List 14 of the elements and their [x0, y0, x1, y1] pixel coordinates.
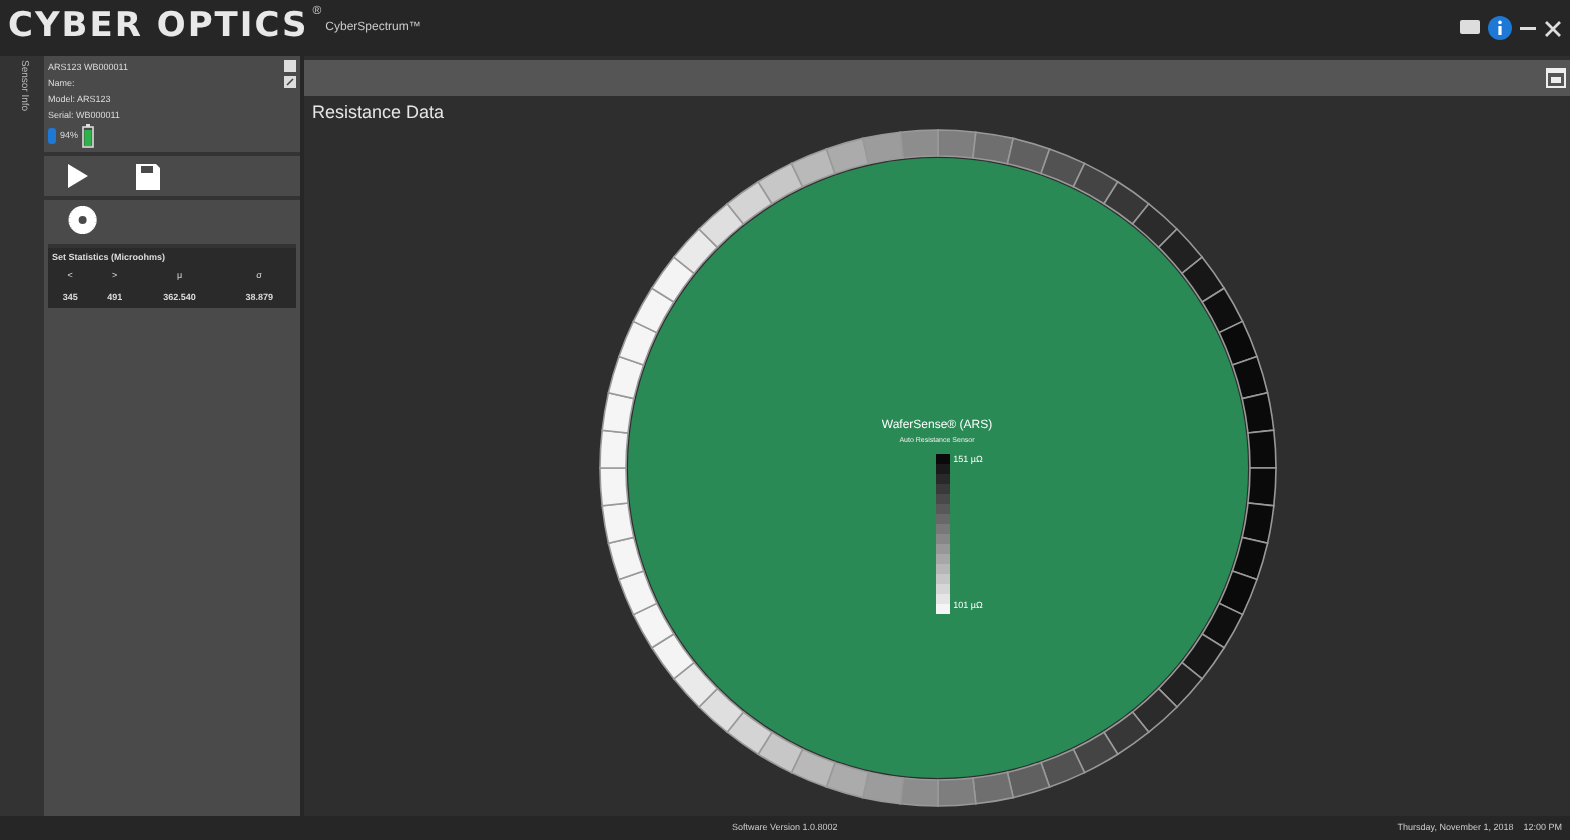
settings-button[interactable]	[68, 206, 98, 234]
save-icon	[136, 163, 160, 189]
section-title: Resistance Data	[310, 100, 447, 126]
edit-icon[interactable]	[284, 76, 296, 88]
brand-logo: CYBER OPTICS	[8, 4, 309, 51]
play-icon	[68, 163, 88, 188]
message-icon[interactable]	[1460, 20, 1480, 36]
settings-icon	[68, 206, 98, 234]
window-icon[interactable]	[1546, 68, 1566, 88]
info-icon[interactable]	[1488, 16, 1512, 40]
battery-icon	[82, 124, 95, 148]
close-icon[interactable]	[1544, 19, 1562, 37]
play-button[interactable]	[68, 163, 88, 189]
save-button[interactable]	[136, 163, 160, 189]
